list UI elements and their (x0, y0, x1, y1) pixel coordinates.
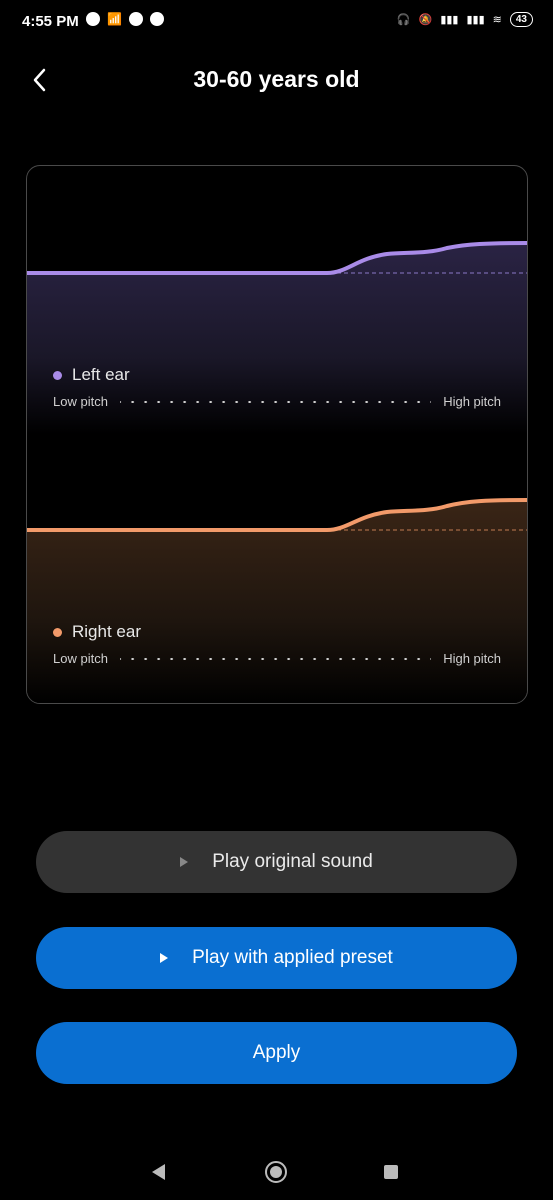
headphones-icon: 🎧 (396, 14, 411, 26)
4g-signal-icon: ▮▮▮ (466, 14, 485, 26)
status-right-icons: 🎧 🔕 ▮▮▮ ▮▮▮ ≋ 43 (397, 12, 533, 27)
play-icon (180, 857, 189, 867)
apply-button[interactable]: Apply (36, 1022, 517, 1084)
home-nav-icon-inner (270, 1166, 282, 1178)
back-nav-icon[interactable] (152, 1164, 165, 1180)
apply-label: Apply (252, 1042, 301, 1063)
left-ear-pitch-axis: Low pitch High pitch (53, 394, 501, 409)
status-bar: 4:55 PM 📶 🎧 🔕 ▮▮▮ ▮▮▮ ≋ 43 (0, 0, 553, 44)
left-ear-label: Left ear (72, 365, 130, 384)
right-ear-label: Right ear (72, 622, 141, 641)
left-ear-legend: Left ear (53, 365, 130, 385)
telegram-icon (149, 12, 164, 26)
right-low-pitch-label: Low pitch (53, 651, 108, 666)
page-title: 30-60 years old (193, 66, 360, 92)
telegram-icon (128, 12, 143, 26)
spotify-icon (86, 12, 100, 26)
signal-icon: 📶 (107, 12, 122, 26)
right-high-pitch-label: High pitch (443, 651, 501, 666)
battery-indicator: 43 (509, 12, 533, 27)
left-high-pitch-label: High pitch (443, 394, 501, 409)
hearing-curve-card: Left ear Low pitch High pitch Right ear … (26, 165, 528, 704)
play-preset-label: Play with applied preset (192, 947, 393, 968)
left-pitch-dots (119, 400, 432, 403)
left-ear-dot (53, 370, 62, 380)
play-original-button[interactable]: Play original sound (36, 831, 517, 893)
mute-icon: 🔕 (418, 14, 433, 26)
status-time: 4:55 PM (22, 13, 79, 30)
right-ear-dot (53, 627, 62, 637)
right-ear-legend: Right ear (53, 622, 141, 642)
status-left-icons: 📶 (86, 12, 164, 26)
recents-nav-icon[interactable] (384, 1165, 398, 1179)
left-low-pitch-label: Low pitch (53, 394, 108, 409)
play-original-label: Play original sound (212, 851, 373, 872)
play-icon (160, 953, 169, 963)
right-ear-pitch-axis: Low pitch High pitch (53, 651, 501, 666)
right-pitch-dots (119, 657, 432, 660)
wifi-icon: ≋ (492, 14, 502, 26)
volte-signal-icon: ▮▮▮ (440, 14, 459, 26)
play-preset-button[interactable]: Play with applied preset (36, 927, 517, 989)
